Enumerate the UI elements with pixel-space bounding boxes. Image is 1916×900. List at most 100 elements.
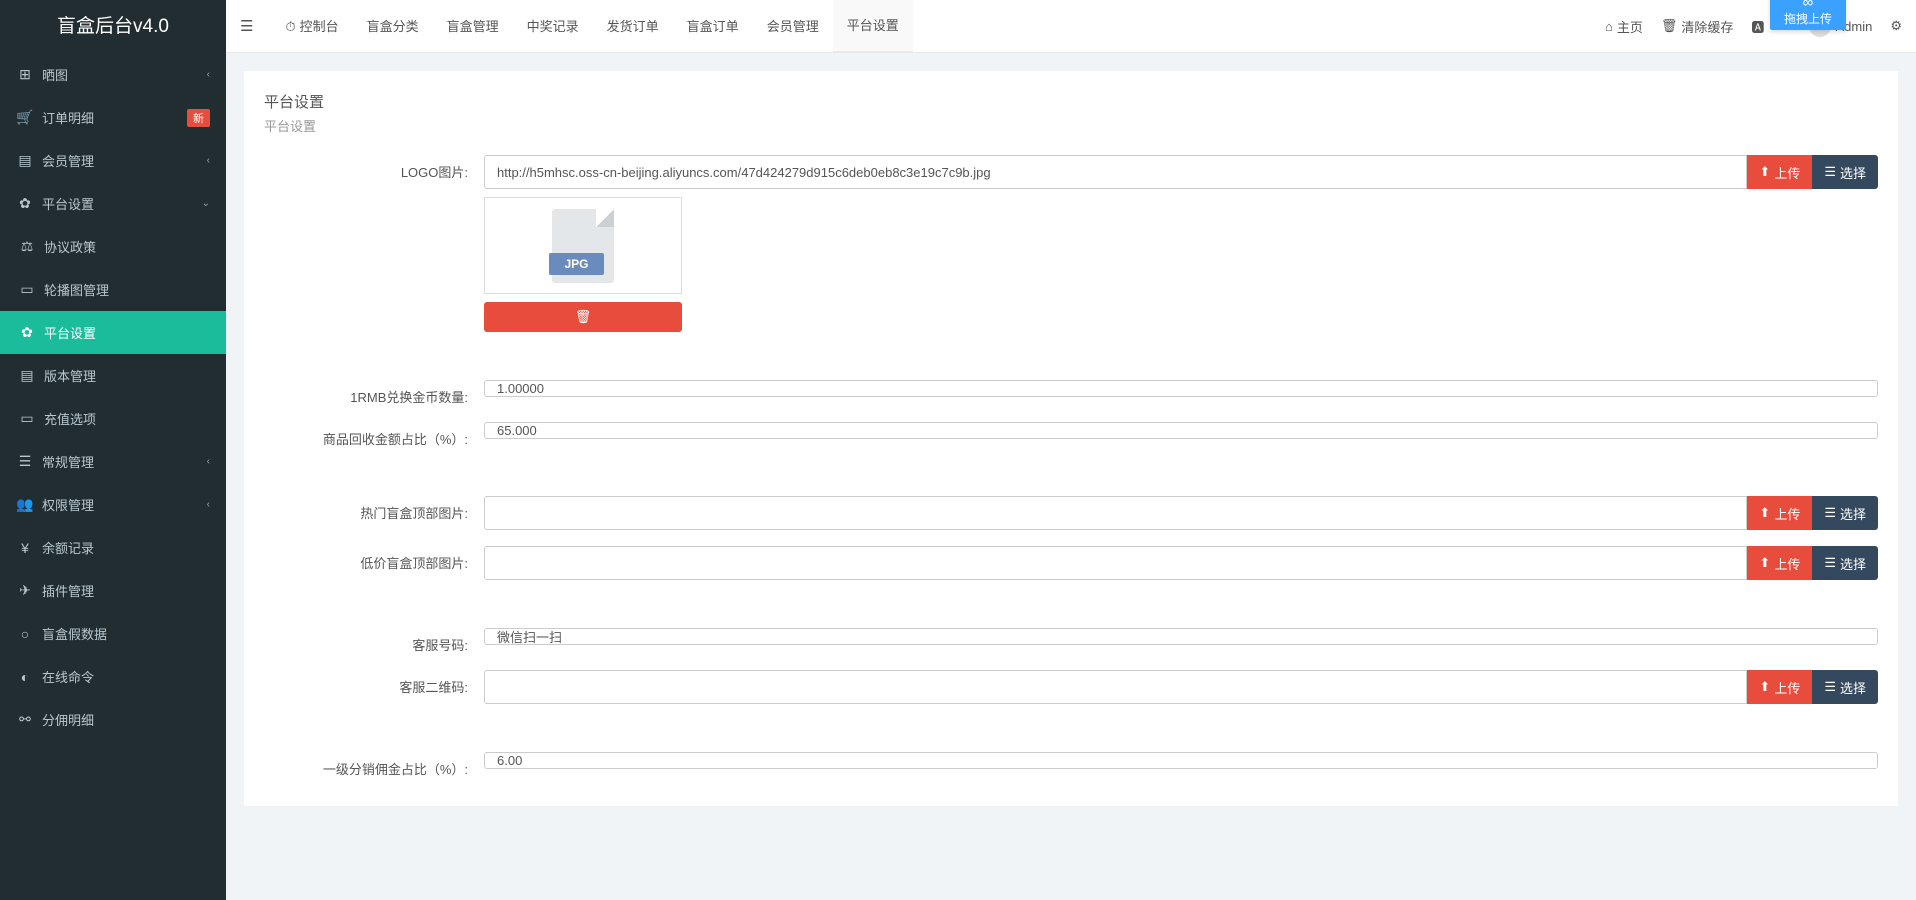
upload-button[interactable]: ⬆上传 (1747, 155, 1812, 189)
form-row-cs-qr: 客服二维码: ⬆上传 ☰选择 (264, 662, 1878, 712)
tab-manage[interactable]: 盲盒管理 (433, 0, 513, 53)
sidebar-item-label: 常规管理 (42, 452, 94, 471)
sidebar-item-order-detail[interactable]: 🛒 订单明细 新 (0, 96, 226, 139)
content-scroll[interactable]: 平台设置 平台设置 LOGO图片: ⬆上传 ☰选择 JPG (226, 53, 1916, 900)
sidebar-item-label: 权限管理 (42, 495, 94, 514)
sidebar-item-label: 会员管理 (42, 151, 94, 170)
tab-category[interactable]: 盲盒分类 (353, 0, 433, 53)
chevron-left-icon: ‹ (207, 499, 210, 510)
low-img-input[interactable] (484, 546, 1747, 580)
home-link[interactable]: ⌂ 主页 (1605, 17, 1643, 36)
rmb-label: 1RMB兑换金币数量: (264, 380, 484, 406)
level1-input[interactable] (484, 752, 1878, 769)
sidebar-item-members[interactable]: ▤ 会员管理 ‹ (0, 139, 226, 182)
cs-qr-input[interactable] (484, 670, 1747, 704)
tab-winning[interactable]: 中奖记录 (513, 0, 593, 53)
share-icon: ⚯ (16, 711, 34, 728)
form-row-low-img: 低价盲盒顶部图片: ⬆上传 ☰选择 (264, 538, 1878, 588)
sidebar-item-agreement[interactable]: ⚖ 协议政策 (0, 225, 226, 268)
drag-upload-label: 拖拽上传 (1784, 10, 1832, 27)
tab-member[interactable]: 会员管理 (753, 0, 833, 53)
gear-icon: ✿ (18, 324, 36, 341)
sidebar-item-label: 订单明细 (42, 108, 94, 127)
sidebar-nav: ⊞ 晒图 ‹ 🛒 订单明细 新 ▤ 会员管理 ‹ ✿ 平台设置 ⌄ ⚖ 协议政策… (0, 53, 226, 741)
cog-icon: ⚙ (1890, 18, 1902, 34)
sidebar-item-recharge[interactable]: ▭ 充值选项 (0, 397, 226, 440)
tab-shipping[interactable]: 发货订单 (593, 0, 673, 53)
sidebar-item-platform-settings-active[interactable]: ✿ 平台设置 (0, 311, 226, 354)
sidebar-item-balance[interactable]: ¥ 余额记录 (0, 526, 226, 569)
panel: 平台设置 平台设置 LOGO图片: ⬆上传 ☰选择 JPG (244, 71, 1898, 806)
sidebar-item-label: 插件管理 (42, 581, 94, 600)
upload-button[interactable]: ⬆上传 (1747, 496, 1812, 530)
select-button[interactable]: ☰选择 (1812, 670, 1878, 704)
sidebar-item-online-cmd[interactable]: ◐ 在线命令 (0, 655, 226, 698)
sidebar-item-carousel[interactable]: ▭ 轮播图管理 (0, 268, 226, 311)
sidebar-item-label: 充值选项 (44, 409, 96, 428)
new-badge: 新 (187, 109, 210, 127)
sidebar-item-fake-data[interactable]: ○ 盲盒假数据 (0, 612, 226, 655)
yen-icon: ¥ (16, 540, 34, 556)
sidebar-item-plugins[interactable]: ✈ 插件管理 (0, 569, 226, 612)
delete-image-button[interactable]: 🗑 (484, 302, 682, 332)
upload-button[interactable]: ⬆上传 (1747, 546, 1812, 580)
carousel-icon: ▭ (18, 281, 36, 298)
image-preview: JPG (484, 197, 682, 294)
cs-number-input[interactable] (484, 628, 1878, 645)
chevron-left-icon: ‹ (207, 69, 210, 80)
recycle-input[interactable] (484, 422, 1878, 439)
sidebar-item-showcase[interactable]: ⊞ 晒图 ‹ (0, 53, 226, 96)
form-row-cs-number: 客服号码: (264, 620, 1878, 662)
panel-header: 平台设置 平台设置 (264, 91, 1878, 135)
topbar-right: ⌂ 主页 🗑 清除缓存 🅰 ⛶ Admin ⚙ (1605, 15, 1902, 37)
drag-upload-button[interactable]: ∞ 拖拽上传 (1770, 0, 1846, 30)
select-button[interactable]: ☰选择 (1812, 546, 1878, 580)
language-toggle[interactable]: 🅰 (1751, 17, 1764, 36)
table-icon: ▤ (16, 152, 34, 169)
select-button[interactable]: ☰选择 (1812, 496, 1878, 530)
app-logo: 盲盒后台v4.0 (0, 0, 226, 53)
sidebar-item-version[interactable]: ▤ 版本管理 (0, 354, 226, 397)
chevron-left-icon: ‹ (207, 155, 210, 166)
sidebar-item-permissions[interactable]: 👥 权限管理 ‹ (0, 483, 226, 526)
cart-icon: 🛒 (16, 109, 34, 126)
select-button[interactable]: ☰选择 (1812, 155, 1878, 189)
cs-qr-label: 客服二维码: (264, 670, 484, 696)
logo-input[interactable] (484, 155, 1747, 189)
chevron-left-icon: ‹ (207, 456, 210, 467)
clear-cache-link[interactable]: 🗑 清除缓存 (1661, 17, 1734, 36)
clear-cache-label: 清除缓存 (1681, 17, 1733, 36)
settings-toggle[interactable]: ⚙ (1890, 18, 1902, 34)
users-icon: 👥 (16, 496, 34, 513)
topbar: ☰ ⏱ 控制台 盲盒分类 盲盒管理 中奖记录 发货订单 盲盒订单 会员管理 平台… (226, 0, 1916, 53)
form-row-hot-img: 热门盲盒顶部图片: ⬆上传 ☰选择 (264, 488, 1878, 538)
sidebar-item-platform-settings[interactable]: ✿ 平台设置 ⌄ (0, 182, 226, 225)
menu-toggle-icon[interactable]: ☰ (240, 17, 253, 35)
form-row-rmb: 1RMB兑换金币数量: (264, 372, 1878, 414)
tab-box-order[interactable]: 盲盒订单 (673, 0, 753, 53)
list-icon: ☰ (1824, 555, 1836, 571)
rmb-input[interactable] (484, 380, 1878, 397)
tab-label: 控制台 (300, 0, 339, 53)
upload-button[interactable]: ⬆上传 (1747, 670, 1812, 704)
trash-icon: 🗑 (575, 309, 592, 325)
trash-icon: 🗑 (1661, 18, 1678, 34)
dashboard-icon: ⏱ (285, 0, 295, 53)
tab-label: 发货订单 (607, 0, 659, 53)
upload-icon: ⬆ (1759, 505, 1770, 521)
content: 平台设置 平台设置 LOGO图片: ⬆上传 ☰选择 JPG (226, 0, 1916, 900)
tab-platform-settings[interactable]: 平台设置 (833, 0, 913, 53)
sidebar-item-label: 余额记录 (42, 538, 94, 557)
db-icon: ☰ (16, 453, 34, 470)
sidebar-item-label: 平台设置 (42, 194, 94, 213)
sidebar-item-general[interactable]: ☰ 常规管理 ‹ (0, 440, 226, 483)
hot-img-input[interactable] (484, 496, 1747, 530)
hot-img-label: 热门盲盒顶部图片: (264, 496, 484, 522)
cs-number-label: 客服号码: (264, 628, 484, 654)
sidebar-item-label: 在线命令 (42, 667, 94, 686)
upload-icon: ⬆ (1759, 555, 1770, 571)
language-icon: 🅰 (1751, 17, 1764, 36)
panel-subtitle: 平台设置 (264, 116, 1878, 135)
sidebar-item-commission[interactable]: ⚯ 分佣明细 (0, 698, 226, 741)
tab-dashboard[interactable]: ⏱ 控制台 (271, 0, 352, 53)
